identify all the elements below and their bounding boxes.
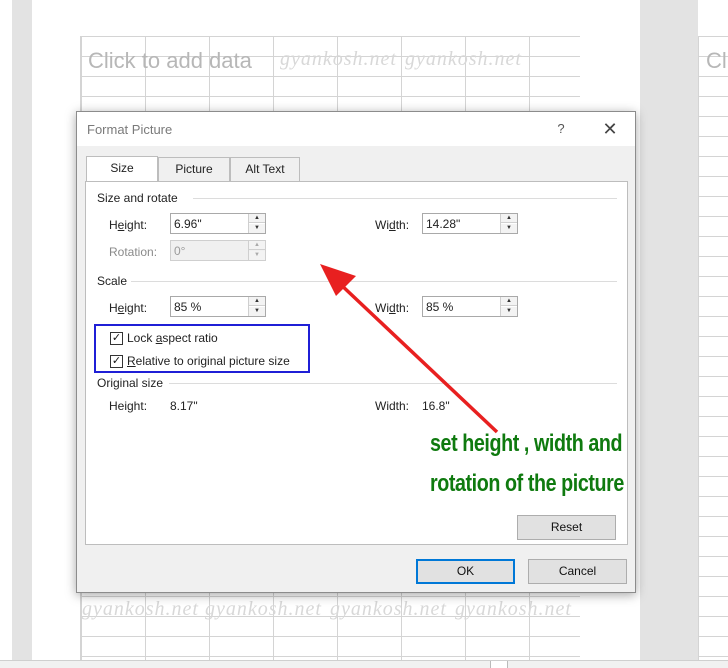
annotation-arrow-head [320,264,356,296]
annotation-text-line-2: rotation of the picture [430,470,624,497]
tab-size[interactable]: Size [86,156,158,181]
annotation-text-line-1: set height , width and [430,430,623,457]
annotation-arrow-line [336,280,499,434]
annotation-arrow [320,264,499,434]
